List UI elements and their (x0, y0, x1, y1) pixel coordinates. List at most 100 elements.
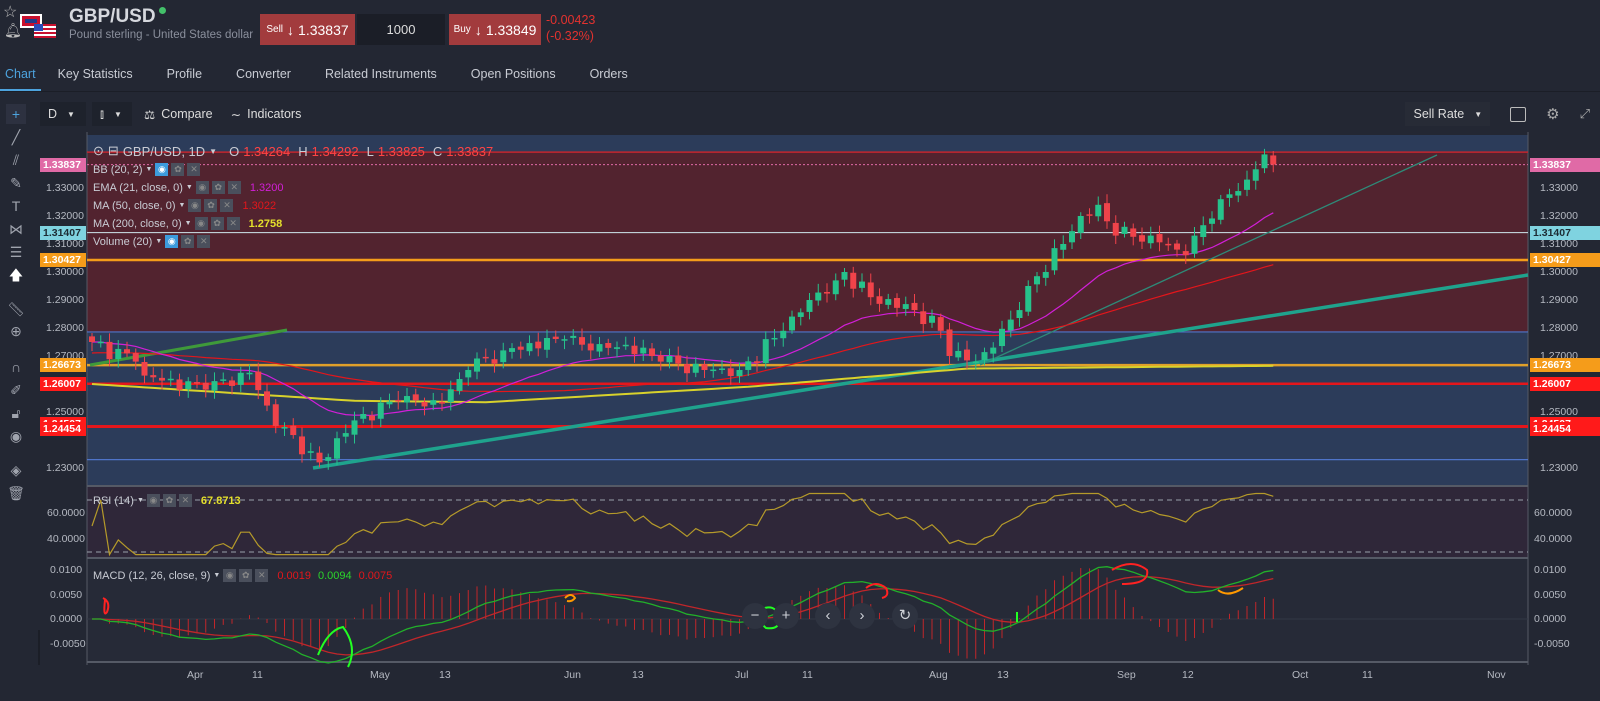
candle-body (491, 359, 498, 364)
open-value: 1.34264 (243, 143, 291, 159)
candle-body (631, 345, 638, 355)
candle-body (1156, 234, 1163, 243)
candle-body (1042, 271, 1049, 278)
date-axis-label: 13 (632, 669, 644, 681)
price-tag-right: 1.26673 (1530, 358, 1600, 373)
ema-legend: EMA (21, close, 0) ▼ ◉ ✿ ✕ 1.3200 (93, 181, 284, 194)
close-icon[interactable]: ✕ (220, 199, 234, 212)
candle-body (211, 381, 218, 391)
gear-icon[interactable]: ✿ (210, 217, 224, 230)
candle-body (272, 404, 279, 426)
candle-body (439, 401, 445, 404)
gear-icon[interactable]: ✿ (239, 569, 253, 582)
volume-legend: Volume (20) ▼ ◉ ✿ ✕ (93, 235, 211, 248)
candle-body (692, 363, 699, 373)
candle-body (736, 370, 743, 377)
close-icon[interactable]: ✕ (187, 163, 201, 176)
close-value: 1.33837 (446, 143, 494, 159)
candle-body (762, 339, 769, 364)
caret-down-icon[interactable]: ▼ (209, 147, 217, 156)
hide-pane-icon[interactable]: ⊟ (108, 143, 119, 159)
candle-body (1060, 244, 1067, 250)
price-axis-label-left: 1.23000 (46, 462, 84, 474)
macd-legend: MACD (12, 26, close, 9) ▼ ◉ ✿ ✕ 0.0019 0.0094 0… (93, 569, 393, 582)
macd-axis-label-right: 0.0100 (1534, 564, 1567, 576)
candle-body (850, 272, 857, 289)
ma50-legend: MA (50, close, 0) ▼ ◉ ✿ ✕ 1.3022 (93, 199, 277, 212)
close-icon[interactable]: ✕ (197, 235, 211, 248)
eye-icon[interactable]: ◉ (165, 235, 179, 248)
candle-body (920, 311, 927, 325)
date-axis-label: Oct (1292, 669, 1309, 681)
date-axis-label: 11 (1362, 669, 1373, 681)
candle-body (797, 312, 804, 317)
gear-icon[interactable]: ✿ (181, 235, 195, 248)
eye-icon[interactable]: ◉ (146, 494, 160, 507)
date-axis-label: May (370, 669, 390, 681)
candle-body (832, 280, 839, 295)
candle-body (544, 338, 550, 350)
ema-value: 1.3200 (249, 181, 284, 194)
high-label: H (298, 143, 308, 159)
collapse-icon[interactable]: ⊙ (93, 143, 104, 159)
candle-body (867, 282, 874, 298)
zoom-in-button[interactable]: + (773, 603, 799, 629)
date-axis-label: 13 (439, 669, 451, 681)
candle-body (1209, 218, 1215, 224)
eye-icon[interactable]: ◉ (188, 199, 202, 212)
candle-body (150, 375, 157, 378)
candle-body (622, 344, 629, 347)
eye-icon[interactable]: ◉ (223, 569, 237, 582)
close-icon[interactable]: ✕ (255, 569, 269, 582)
gear-icon[interactable]: ✿ (171, 163, 185, 176)
gear-icon[interactable]: ✿ (162, 494, 176, 507)
candle-body (124, 349, 130, 354)
candle-body (972, 361, 979, 364)
candle-body (876, 296, 883, 304)
candle-body (701, 364, 708, 370)
candle-body (535, 341, 542, 349)
candle-body (1165, 243, 1172, 246)
rsi-axis-label-right: 40.0000 (1534, 533, 1572, 545)
gear-icon[interactable]: ✿ (211, 181, 225, 194)
price-tag-left: 1.26007 (40, 376, 86, 391)
candle-body (745, 361, 752, 370)
candle-body (1226, 194, 1233, 198)
candle-body (229, 380, 235, 386)
candle-body (237, 372, 244, 385)
price-tag-right: 1.33837 (1530, 157, 1600, 172)
eye-icon[interactable]: ◉ (195, 181, 209, 194)
bb-legend: BB (20, 2) ▼ ◉ ✿ ✕ (93, 163, 201, 176)
candle-body (657, 355, 664, 362)
reset-chart-button[interactable]: ↻ (892, 603, 918, 629)
candle-body (500, 350, 507, 363)
close-icon[interactable]: ✕ (227, 181, 241, 194)
candle-body (220, 379, 227, 381)
price-tag-left: 1.30427 (40, 253, 86, 268)
candle-body (902, 304, 909, 309)
candle-body (640, 347, 647, 354)
close-icon[interactable]: ✕ (178, 494, 192, 507)
macd-line-value: 0.0094 (317, 569, 352, 582)
candle-body (482, 356, 489, 359)
candle-body (316, 452, 323, 463)
scroll-left-button[interactable]: ‹ (815, 603, 841, 629)
gear-icon[interactable]: ✿ (204, 199, 218, 212)
date-axis-label: 12 (1182, 669, 1194, 681)
candle-body (937, 317, 944, 331)
eye-icon[interactable]: ◉ (194, 217, 208, 230)
candle-body (964, 349, 970, 361)
candle-body (1182, 251, 1189, 256)
price-chart[interactable] (0, 0, 1600, 701)
zoom-out-button[interactable]: − (742, 603, 768, 629)
candle-body (1235, 191, 1242, 196)
close-icon[interactable]: ✕ (226, 217, 240, 230)
candle-body (815, 292, 822, 301)
candle-body (412, 394, 419, 401)
candle-body (955, 350, 962, 358)
scroll-right-button[interactable]: › (849, 603, 875, 629)
ma50-label: MA (50, close, 0) (93, 199, 176, 212)
candle-body (561, 339, 568, 341)
rsi-pane-background (87, 487, 1528, 557)
eye-icon[interactable]: ◉ (155, 163, 169, 176)
